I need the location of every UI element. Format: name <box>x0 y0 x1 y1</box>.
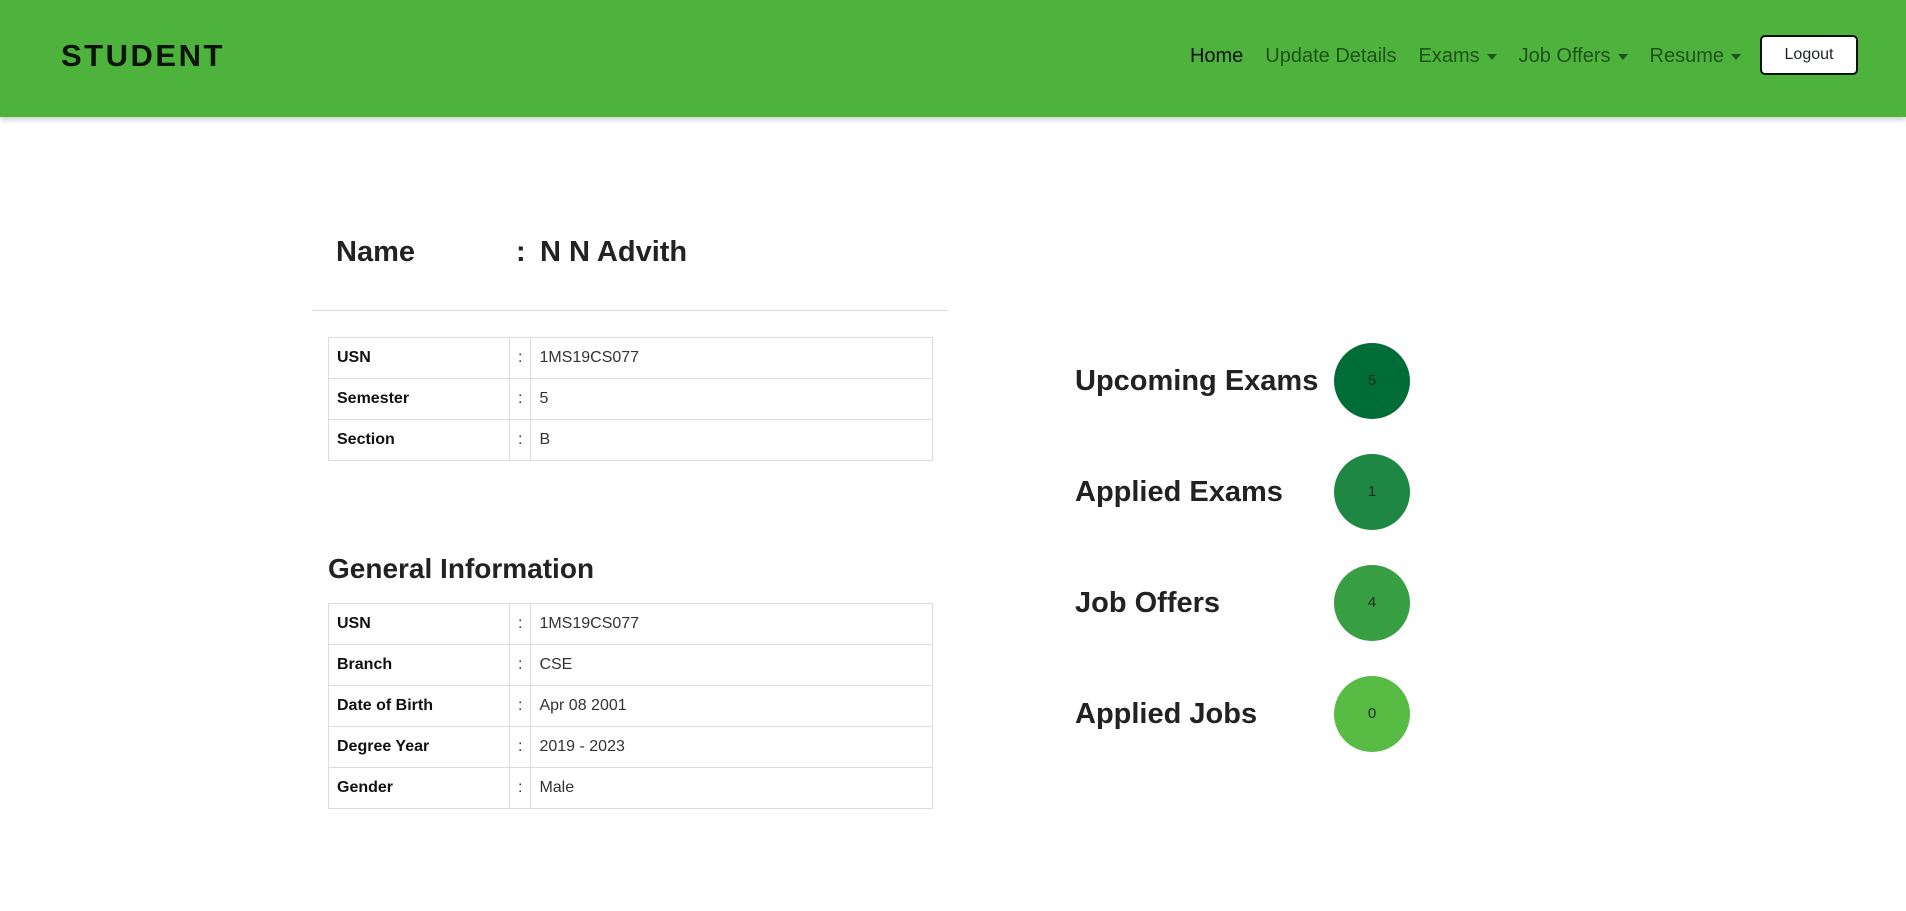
table-cell-value: CSE <box>530 644 933 686</box>
table-cell-separator: : <box>508 378 532 420</box>
table-cell-separator: : <box>508 767 532 809</box>
nav-resume-dropdown[interactable]: Resume <box>1650 45 1741 68</box>
table-cell-label: Date of Birth <box>328 685 510 727</box>
applied-exams-stat: Applied Exams 1 <box>1075 454 1410 530</box>
stat-count-badge: 1 <box>1334 454 1410 530</box>
table-cell-value: Apr 08 2001 <box>530 685 933 727</box>
student-name: N N Advith <box>540 236 688 268</box>
nav-job-offers-label: Job Offers <box>1518 45 1611 67</box>
applied-jobs-stat: Applied Jobs 0 <box>1075 676 1410 752</box>
stat-label: Applied Jobs <box>1075 698 1258 730</box>
nav-job-offers-dropdown[interactable]: Job Offers <box>1519 45 1628 68</box>
stat-label: Job Offers <box>1075 587 1221 619</box>
table-row: Gender : Male <box>328 767 933 809</box>
stat-count-badge: 0 <box>1334 676 1410 752</box>
general-info-table: USN : 1MS19CS077 Branch : CSE Date of Bi… <box>328 603 933 809</box>
nav-resume-label: Resume <box>1649 45 1724 67</box>
table-cell-label: Branch <box>328 644 510 686</box>
caret-down-icon <box>1486 53 1497 60</box>
logout-button[interactable]: Logout <box>1760 35 1858 75</box>
table-row: Section : B <box>328 419 933 461</box>
table-cell-separator: : <box>508 419 532 461</box>
table-row: Degree Year : 2019 - 2023 <box>328 726 933 768</box>
table-cell-label: USN <box>328 603 510 645</box>
nav-update-details-link[interactable]: Update Details <box>1265 45 1396 68</box>
table-cell-separator: : <box>508 644 532 686</box>
table-cell-value: 1MS19CS077 <box>530 603 933 645</box>
stat-count-badge: 5 <box>1334 343 1410 419</box>
academic-info-table: USN : 1MS19CS077 Semester : 5 Section : … <box>328 337 933 461</box>
table-cell-value: 2019 - 2023 <box>530 726 933 768</box>
table-row: USN : 1MS19CS077 <box>328 603 933 645</box>
table-cell-label: Section <box>328 419 510 461</box>
table-row: USN : 1MS19CS077 <box>328 337 933 379</box>
nav-home-link[interactable]: Home <box>1190 45 1243 68</box>
upcoming-exams-stat: Upcoming Exams 5 <box>1075 343 1410 419</box>
name-separator: : <box>516 236 526 268</box>
divider <box>312 310 948 311</box>
table-cell-value: Male <box>530 767 933 809</box>
table-cell-label: Degree Year <box>328 726 510 768</box>
table-cell-label: Semester <box>328 378 510 420</box>
nav-links: Home Update Details Exams Job Offers Res… <box>1190 0 1741 113</box>
name-label: Name <box>336 236 415 268</box>
top-navbar: STUDENT Home Update Details Exams Job Of… <box>0 0 1906 117</box>
general-info-heading: General Information <box>328 553 595 584</box>
table-cell-value: 1MS19CS077 <box>530 337 933 379</box>
table-row: Semester : 5 <box>328 378 933 420</box>
table-cell-separator: : <box>508 685 532 727</box>
stat-label: Upcoming Exams <box>1075 365 1319 397</box>
table-cell-label: USN <box>328 337 510 379</box>
caret-down-icon <box>1617 53 1628 60</box>
table-cell-separator: : <box>508 337 532 379</box>
stat-count-badge: 4 <box>1334 565 1410 641</box>
table-cell-value: 5 <box>530 378 933 420</box>
table-row: Branch : CSE <box>328 644 933 686</box>
table-cell-value: B <box>530 419 933 461</box>
stat-label: Applied Exams <box>1075 476 1283 508</box>
brand-title[interactable]: STUDENT <box>61 38 225 74</box>
table-cell-separator: : <box>508 603 532 645</box>
job-offers-stat: Job Offers 4 <box>1075 565 1410 641</box>
nav-exams-label: Exams <box>1418 45 1480 67</box>
caret-down-icon <box>1731 53 1741 60</box>
table-cell-separator: : <box>508 726 532 768</box>
nav-exams-dropdown[interactable]: Exams <box>1418 45 1497 68</box>
table-row: Date of Birth : Apr 08 2001 <box>328 685 933 727</box>
table-cell-label: Gender <box>328 767 510 809</box>
